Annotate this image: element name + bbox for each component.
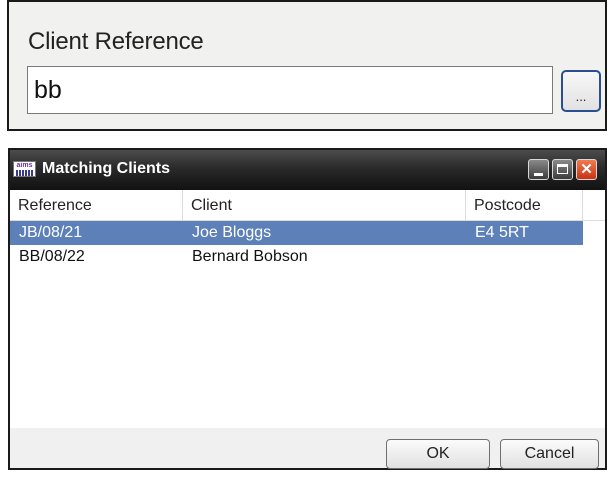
matching-clients-window: aims Matching Clients ✕ Reference Client… bbox=[8, 148, 607, 470]
window-titlebar[interactable]: aims Matching Clients ✕ bbox=[10, 150, 605, 190]
cell-postcode: E4 5RT bbox=[475, 224, 529, 241]
close-icon[interactable]: ✕ bbox=[576, 159, 597, 180]
app-logo-icon: aims bbox=[13, 161, 36, 177]
ok-button[interactable]: OK bbox=[386, 439, 490, 469]
client-reference-panel: Client Reference ... bbox=[7, 0, 607, 131]
browse-clients-button[interactable]: ... bbox=[561, 70, 601, 112]
column-header-postcode[interactable]: Postcode bbox=[466, 190, 583, 220]
cell-reference: JB/08/21 bbox=[19, 224, 83, 241]
window-title: Matching Clients bbox=[42, 160, 171, 177]
client-row-selected[interactable]: JB/08/21 Joe Bloggs E4 5RT bbox=[10, 221, 583, 245]
column-header-client[interactable]: Client bbox=[183, 190, 466, 220]
cell-client: Joe Bloggs bbox=[192, 224, 272, 241]
client-reference-input[interactable] bbox=[27, 66, 553, 114]
column-header-reference[interactable]: Reference bbox=[10, 190, 183, 220]
client-reference-label: Client Reference bbox=[28, 28, 204, 55]
maximize-icon[interactable] bbox=[552, 159, 573, 180]
clients-list[interactable]: Reference Client Postcode JB/08/21 Joe B… bbox=[10, 190, 605, 428]
cancel-button[interactable]: Cancel bbox=[500, 439, 599, 469]
column-header-row: Reference Client Postcode bbox=[10, 190, 605, 221]
minimize-icon[interactable] bbox=[528, 159, 549, 180]
cell-reference: BB/08/22 bbox=[19, 248, 85, 265]
cell-client: Bernard Bobson bbox=[192, 248, 308, 265]
app-logo-text: aims bbox=[16, 162, 33, 169]
client-row[interactable]: BB/08/22 Bernard Bobson bbox=[10, 245, 583, 269]
